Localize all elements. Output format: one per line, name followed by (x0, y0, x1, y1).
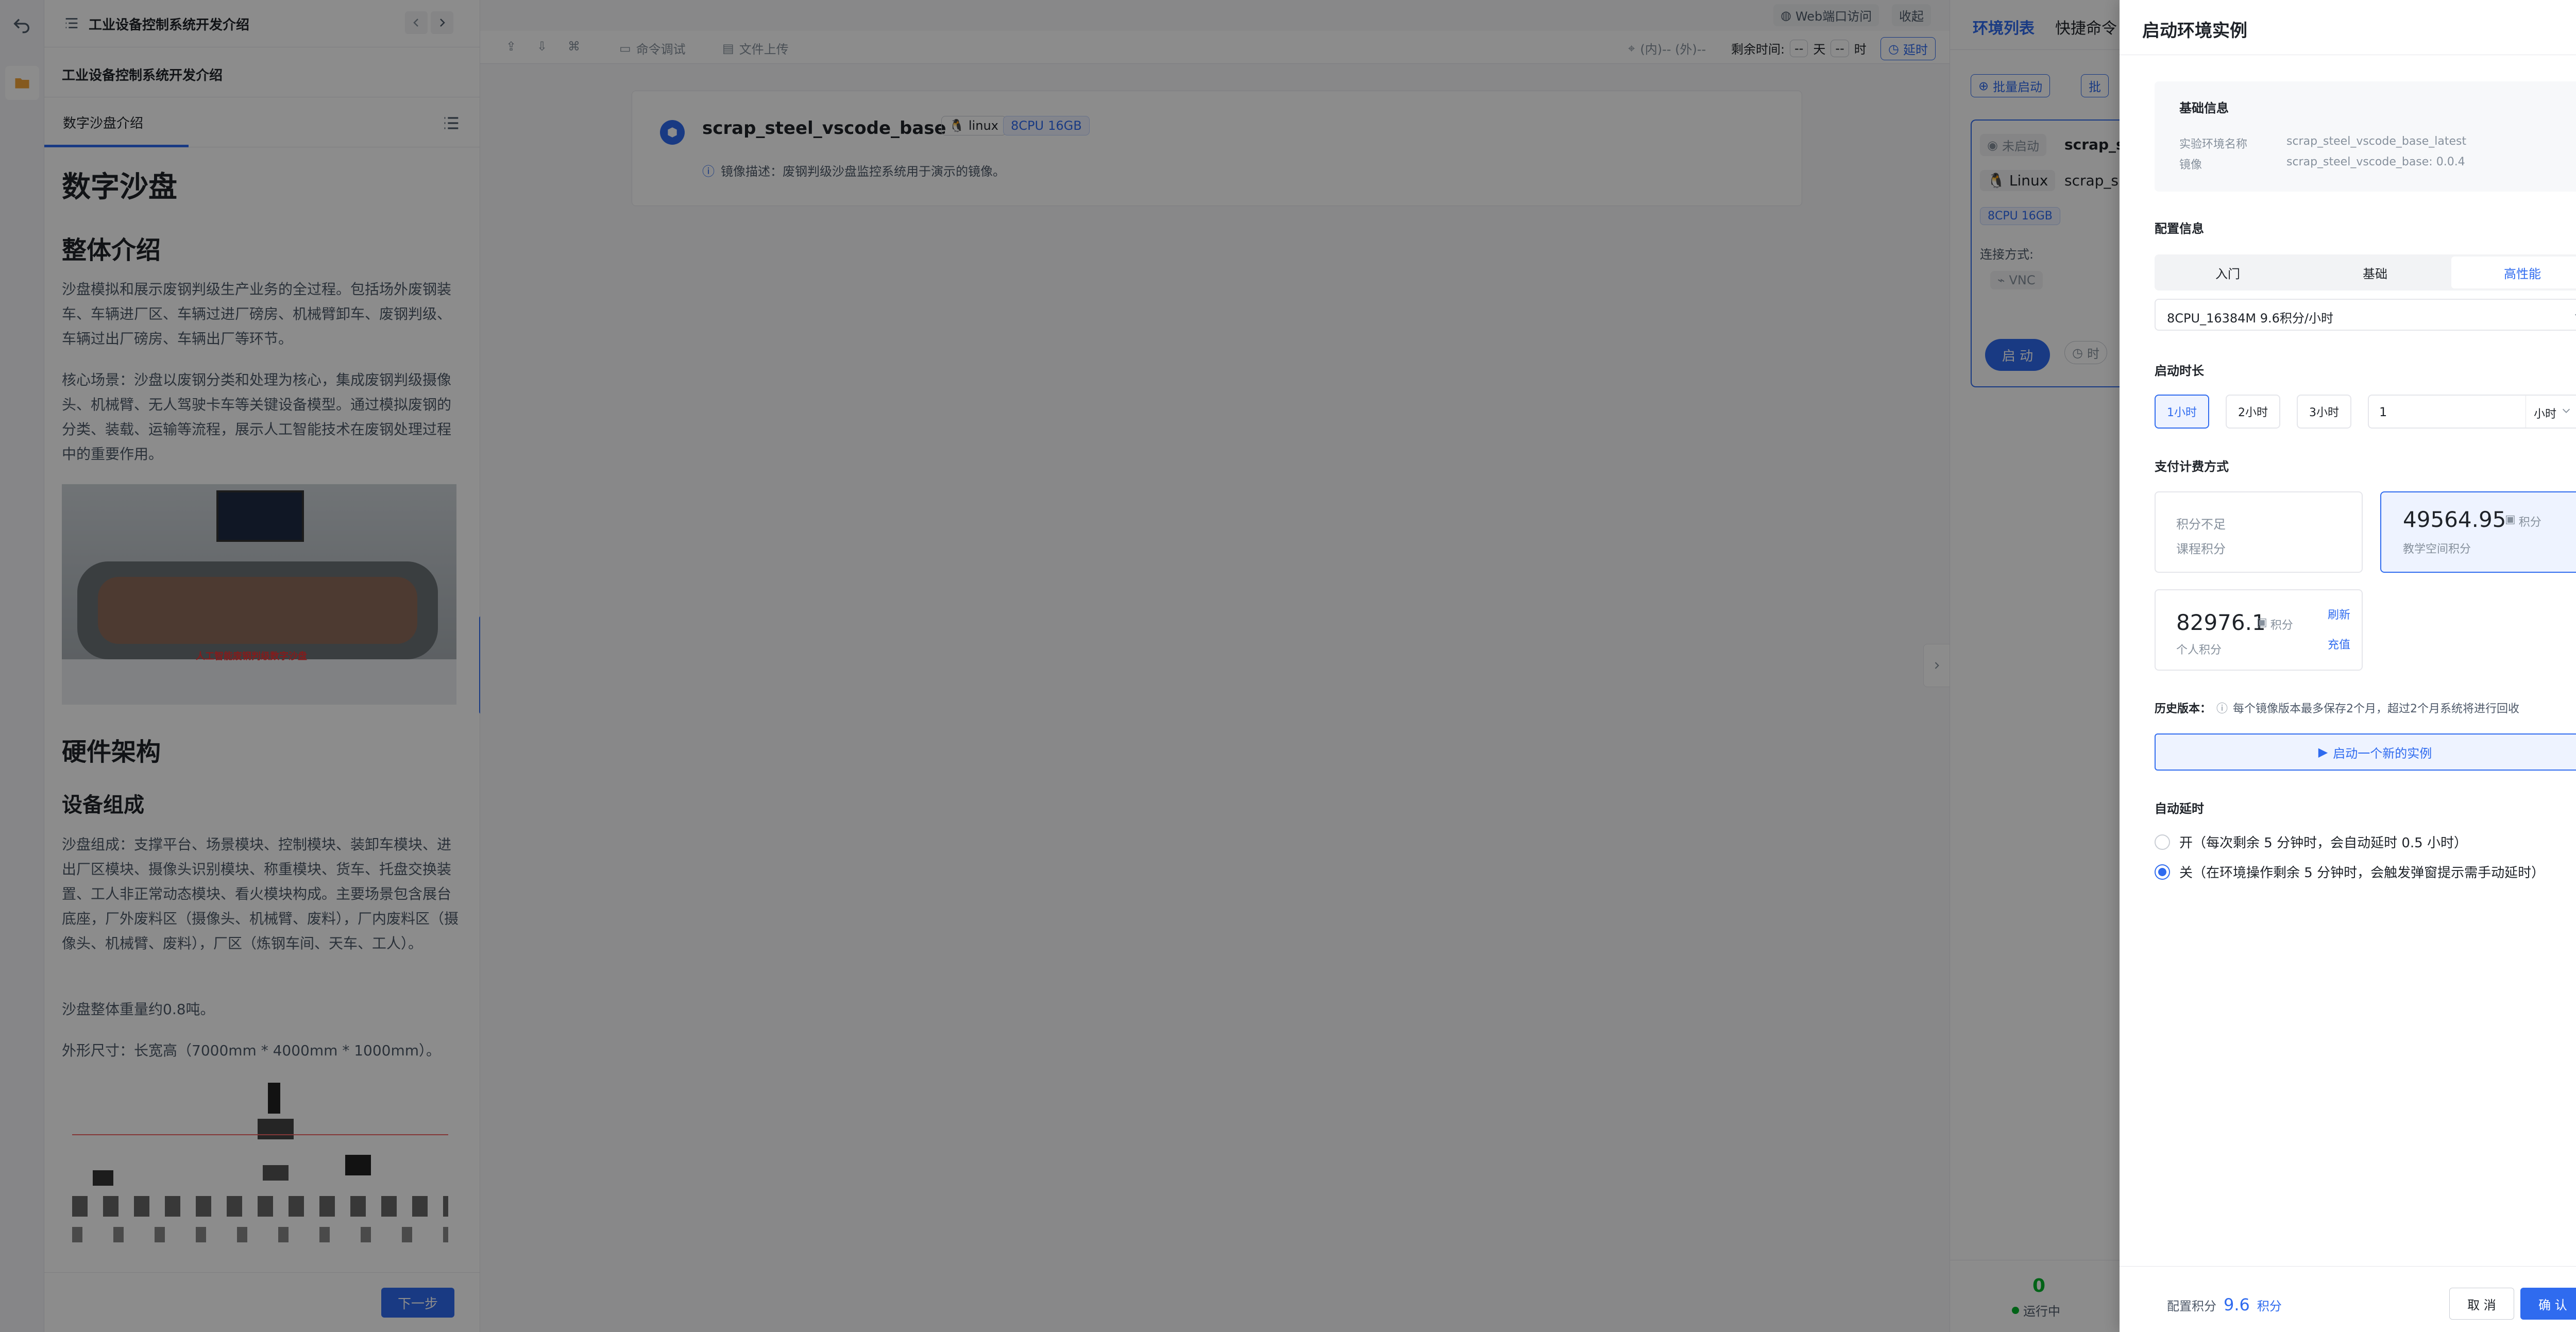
new-instance-button[interactable]: ▶ 启动一个新的实例 (2155, 733, 2576, 771)
duration-unit: 小时 (2534, 408, 2557, 421)
footer-points-value: 9.6 (2224, 1295, 2250, 1314)
points-unit-label: 积分 (2518, 516, 2541, 529)
duration-input-group: 1 小时 (2368, 395, 2576, 429)
pay-personal-card[interactable]: 82976.1 ▣ 积分 个人积分 刷新 充值 (2155, 589, 2363, 671)
pay-title: 支付计费方式 (2155, 459, 2229, 474)
start-instance-drawer: 启动环境实例 基础信息 实验环境名称 scrap_steel_vscode_ba… (2120, 0, 2576, 1332)
env-name-value: scrap_steel_vscode_base_latest (2286, 135, 2467, 148)
chevron-down-icon (2562, 408, 2570, 413)
config-title: 配置信息 (2155, 221, 2204, 236)
modal-overlay[interactable] (0, 0, 2120, 1332)
tier-segmented: 入门 基础 高性能 (2155, 254, 2576, 291)
pay-course-card[interactable]: 积分不足 课程积分 (2155, 491, 2363, 573)
confirm-button[interactable]: 确 认 (2520, 1288, 2576, 1320)
history-label: 历史版本： (2155, 703, 2212, 715)
chevron-down-icon (2574, 314, 2576, 316)
auto-on-option[interactable]: 开（每次剩余 5 分钟时，会自动延时 0.5 小时） (2155, 832, 2467, 851)
coin-icon: ▣ (2257, 616, 2267, 629)
duration-input[interactable]: 1 (2379, 405, 2387, 419)
auto-extend-title: 自动延时 (2155, 801, 2204, 816)
history-row: 历史版本： ⓘ 每个镜像版本最多保存2个月，超过2个月系统将进行回收 (2155, 699, 2519, 716)
basic-info-box: 基础信息 实验环境名称 scrap_steel_vscode_base_late… (2155, 81, 2576, 192)
image-label: 镜像 (2179, 159, 2202, 172)
cancel-button[interactable]: 取 消 (2449, 1288, 2514, 1320)
duration-unit-select[interactable]: 小时 (2534, 405, 2572, 421)
points-unit-label: 积分 (2270, 619, 2293, 632)
spec-select-value: 8CPU_16384M 9.6积分/小时 (2167, 311, 2334, 326)
footer-label: 配置积分 (2167, 1299, 2216, 1313)
divider (2120, 1266, 2576, 1267)
pay-insufficient: 积分不足 (2176, 517, 2226, 532)
pay-teach-card[interactable]: 49564.95 ▣ 积分 教学空间积分 (2380, 491, 2576, 573)
history-note: 每个镜像版本最多保存2个月，超过2个月系统将进行回收 (2233, 703, 2520, 715)
auto-off-option[interactable]: 关（在环境操作剩余 5 分钟时，会触发弹窗提示需手动延时） (2155, 862, 2545, 881)
footer-points-unit: 积分 (2257, 1299, 2282, 1313)
auto-off-label: 关（在环境操作剩余 5 分钟时，会触发弹窗提示需手动延时） (2179, 865, 2545, 881)
new-instance-label: 启动一个新的实例 (2333, 746, 2432, 761)
duration-title: 启动时长 (2155, 364, 2204, 378)
points-unit: ▣ 积分 (2505, 513, 2541, 530)
spec-select[interactable]: 8CPU_16384M 9.6积分/小时 (2155, 299, 2576, 331)
footer-points: 配置积分 9.6 积分 (2167, 1295, 2282, 1314)
tier-basic[interactable]: 基础 (2304, 257, 2446, 288)
image-value: scrap_steel_vscode_base: 0.0.4 (2286, 156, 2465, 168)
points-unit: ▣ 积分 (2257, 616, 2293, 633)
pay-personal-amount: 82976.1 (2176, 610, 2266, 635)
play-icon: ▶ (2318, 745, 2328, 759)
duration-1h[interactable]: 1小时 (2155, 395, 2209, 429)
duration-3h[interactable]: 3小时 (2297, 395, 2351, 429)
coin-icon: ▣ (2505, 513, 2516, 526)
env-name-label: 实验环境名称 (2179, 138, 2248, 151)
basic-info-title: 基础信息 (2179, 101, 2229, 115)
pay-teach-label: 教学空间积分 (2403, 543, 2471, 556)
auto-on-label: 开（每次剩余 5 分钟时，会自动延时 0.5 小时） (2179, 835, 2467, 851)
refresh-link[interactable]: 刷新 (2328, 606, 2350, 622)
duration-2h[interactable]: 2小时 (2226, 395, 2280, 429)
tier-performance[interactable]: 高性能 (2451, 257, 2576, 288)
recharge-link[interactable]: 充值 (2328, 636, 2350, 652)
drawer-title: 启动环境实例 (2142, 21, 2247, 41)
tier-entry[interactable]: 入门 (2157, 257, 2299, 288)
radio-on[interactable] (2155, 834, 2170, 850)
pay-personal-label: 个人积分 (2176, 644, 2222, 657)
pay-teach-amount: 49564.95 (2403, 507, 2506, 532)
help-icon: ⓘ (2216, 703, 2228, 715)
radio-off[interactable] (2155, 864, 2170, 880)
pay-course-label: 课程积分 (2176, 542, 2226, 556)
